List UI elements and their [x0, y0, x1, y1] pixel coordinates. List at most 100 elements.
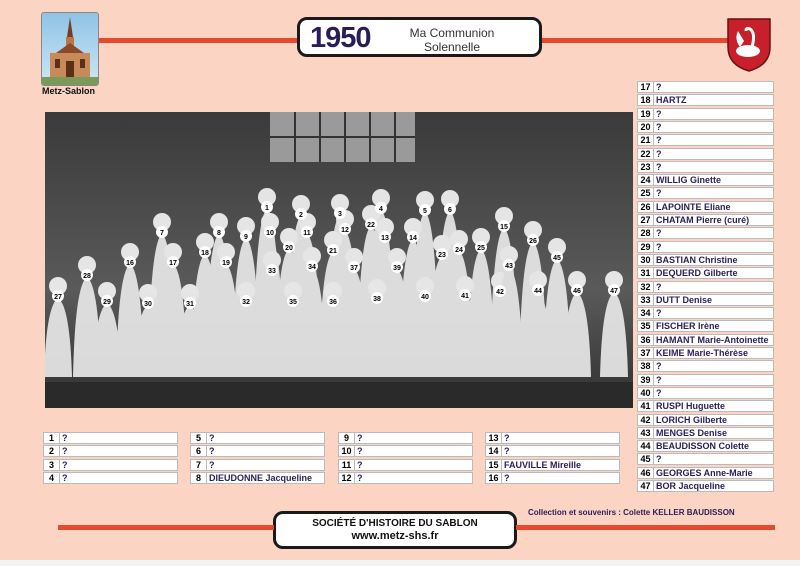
- entry-name: WILLIG Ginette: [656, 175, 721, 186]
- photo-number-label: 26: [529, 238, 537, 245]
- entry-name: ?: [62, 459, 68, 470]
- entry-number: 2: [44, 446, 60, 457]
- entry-number: 38: [638, 361, 654, 372]
- photo-number-label: 12: [341, 227, 349, 234]
- entry-number: 34: [638, 308, 654, 319]
- name-entry: 25?: [637, 187, 774, 200]
- church-image: [41, 12, 99, 86]
- entry-name: ?: [209, 459, 215, 470]
- entry-name: ?: [656, 161, 662, 172]
- entry-name: ?: [357, 472, 363, 483]
- name-entry: 8 DIEUDONNE Jacqueline: [190, 471, 325, 484]
- photo-number-label: 11: [303, 230, 311, 237]
- entry-name: ?: [656, 387, 662, 398]
- name-entry: 11?: [338, 458, 473, 471]
- name-entry: 16?: [485, 471, 620, 484]
- entry-name: ?: [209, 446, 215, 457]
- entry-name: LORICH Gilberte: [656, 414, 728, 425]
- entry-number: 7: [191, 459, 207, 470]
- entry-name: ?: [62, 446, 68, 457]
- entry-number: 14: [486, 446, 502, 457]
- name-entry: 32?: [637, 280, 774, 293]
- entry-name: ?: [656, 308, 662, 319]
- name-entry: 20?: [637, 120, 774, 133]
- entry-number: 22: [638, 148, 654, 159]
- photo-number-label: 44: [534, 288, 542, 295]
- entry-number: 40: [638, 387, 654, 398]
- entry-number: 9: [339, 433, 355, 443]
- photo-number-label: 22: [367, 222, 375, 229]
- entry-number: 35: [638, 321, 654, 332]
- name-entry: 37 KEIME Marie-Thérèse: [637, 347, 774, 359]
- year: 1950: [310, 22, 372, 54]
- photo-number-label: 27: [54, 294, 62, 301]
- name-entry: 47 BOR Jacqueline: [637, 480, 774, 492]
- entry-name: ?: [656, 281, 662, 292]
- entry-name: DEQUERD Gilberte: [656, 268, 738, 279]
- photo-number-label: 43: [505, 263, 513, 270]
- photo-number-label: 32: [242, 299, 250, 306]
- photo-number-label: 21: [329, 248, 337, 255]
- photo-number-label: 4: [379, 206, 383, 213]
- entry-name: GEORGES Anne-Marie: [656, 467, 753, 478]
- entry-name: FAUVILLE Mireille: [504, 459, 582, 470]
- entry-name: RUSPI Huguette: [656, 401, 726, 412]
- entry-number: 32: [638, 281, 654, 292]
- entry-number: 41: [638, 401, 654, 412]
- entry-name: CHATAM Pierre (curé): [656, 215, 750, 225]
- entry-number: 11: [339, 459, 355, 470]
- photo-number-label: 46: [573, 288, 581, 295]
- name-entry: 12?: [338, 471, 473, 484]
- title-box: 1950 Ma Communion Solennelle: [297, 17, 542, 57]
- entry-number: 29: [638, 241, 654, 252]
- entry-name: ?: [62, 472, 68, 483]
- photo-number-label: 16: [126, 260, 134, 267]
- name-entry: 22?: [637, 147, 774, 160]
- website-link[interactable]: www.metz-shs.fr: [276, 530, 514, 542]
- entry-number: 1: [44, 433, 60, 443]
- name-entry: 35 FISCHER Irène: [637, 320, 774, 333]
- photo-number-label: 10: [266, 230, 274, 237]
- name-entry: 26 LAPOINTE Eliane: [637, 200, 774, 213]
- photo-number-label: 45: [553, 255, 561, 262]
- entry-number: 46: [638, 467, 654, 478]
- photo-number-label: 31: [186, 301, 194, 308]
- name-entry: 40?: [637, 386, 774, 399]
- page: Metz-Sablon 1950 Ma Communion Solennelle: [0, 0, 800, 566]
- name-entry: 31 DEQUERD Gilberte: [637, 267, 774, 280]
- photo-number-label: 7: [160, 230, 164, 237]
- entry-number: 26: [638, 201, 654, 212]
- photo-number-label: 23: [438, 252, 446, 259]
- entry-number: 21: [638, 135, 654, 146]
- entry-number: 6: [191, 446, 207, 457]
- photo-number-label: 24: [455, 247, 463, 254]
- entry-name: ?: [504, 446, 510, 457]
- collection-credit: Collection et souvenirs : Colette KELLER…: [528, 508, 735, 517]
- society-name: SOCIÉTÉ D'HISTOIRE DU SABLON: [312, 518, 478, 529]
- name-entry: 5?: [190, 432, 325, 444]
- photo-number-label: 39: [393, 265, 401, 272]
- entry-name: ?: [656, 121, 662, 132]
- name-entry: 9?: [338, 432, 473, 444]
- name-entry: 39?: [637, 373, 774, 386]
- entry-number: 5: [191, 433, 207, 443]
- entry-number: 42: [638, 414, 654, 425]
- photo-number-label: 36: [329, 299, 337, 306]
- entry-name: ?: [357, 433, 363, 443]
- photo-number-label: 28: [83, 273, 91, 280]
- entry-name: HAMANT Marie-Antoinette: [656, 334, 769, 345]
- entry-name: ?: [656, 454, 662, 465]
- name-entry: 27 CHATAM Pierre (curé): [637, 214, 774, 226]
- photo-number-label: 30: [144, 301, 152, 308]
- title-line-2: Solennelle: [423, 40, 481, 54]
- name-entry: 3?: [43, 458, 178, 471]
- entry-name: HARTZ: [656, 95, 687, 106]
- entry-name: ?: [357, 446, 363, 457]
- entry-number: 28: [638, 228, 654, 239]
- photo-number-label: 20: [285, 245, 293, 252]
- entry-name: FISCHER Irène: [656, 321, 720, 332]
- entry-name: ?: [656, 108, 662, 119]
- entry-name: ?: [504, 433, 510, 443]
- entry-name: DUTT Denise: [656, 294, 713, 305]
- name-entry: 23?: [637, 160, 774, 173]
